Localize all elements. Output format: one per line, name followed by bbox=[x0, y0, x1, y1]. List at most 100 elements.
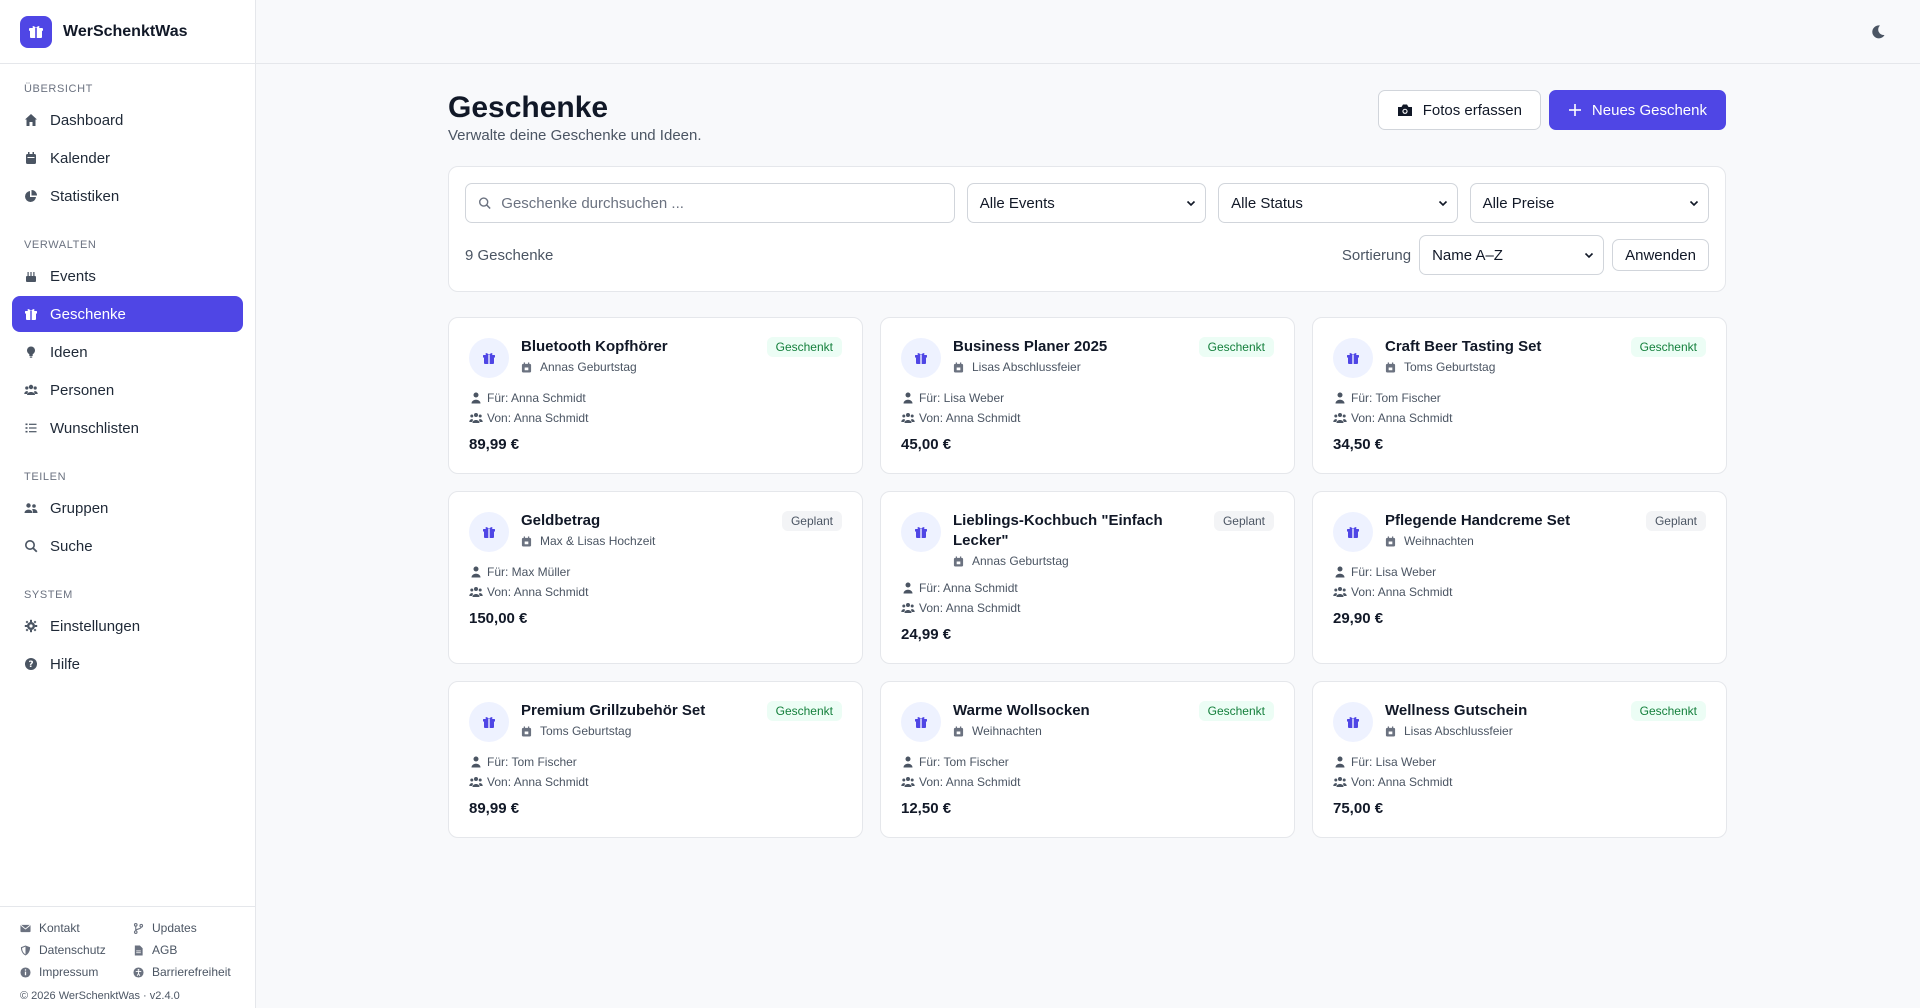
footer-links: Kontakt Updates Datenschutz AGB Impressu… bbox=[20, 919, 235, 981]
event-filter-select[interactable]: Alle Events bbox=[966, 183, 1207, 223]
calendar-icon bbox=[953, 555, 964, 567]
footer-link-barrierefreiheit[interactable]: Barrierefreiheit bbox=[133, 963, 253, 981]
footer-link-kontakt[interactable]: Kontakt bbox=[20, 919, 133, 937]
theme-toggle-button[interactable] bbox=[1870, 24, 1886, 40]
footer-link-label: Datenschutz bbox=[39, 943, 106, 957]
gift-event-label: Lisas Abschlussfeier bbox=[972, 360, 1081, 374]
user-icon bbox=[1335, 756, 1345, 768]
footer-link-datenschutz[interactable]: Datenschutz bbox=[20, 941, 133, 959]
gift-title[interactable]: Business Planer 2025 bbox=[953, 337, 1107, 357]
gift-giver: Von: Anna Schmidt bbox=[1333, 772, 1706, 792]
gift-title[interactable]: Geldbetrag bbox=[521, 511, 600, 531]
gift-giver-label: Von: Anna Schmidt bbox=[487, 775, 589, 789]
gift-price: 45,00 € bbox=[901, 436, 952, 453]
gift-event: Lisas Abschlussfeier bbox=[953, 360, 1274, 374]
gift-recipient-label: Für: Lisa Weber bbox=[1351, 565, 1437, 579]
gift-giver-label: Von: Anna Schmidt bbox=[1351, 411, 1453, 425]
gift-event: Toms Geburtstag bbox=[521, 724, 842, 738]
sidebar-item-label: Dashboard bbox=[50, 111, 124, 129]
sidebar-item-personen[interactable]: Personen bbox=[12, 372, 243, 408]
apply-button[interactable]: Anwenden bbox=[1612, 239, 1709, 271]
sidebar-item-dashboard[interactable]: Dashboard bbox=[12, 102, 243, 138]
gift-card[interactable]: Warme Wollsocken Geschenkt Weihnachten F… bbox=[880, 681, 1295, 838]
gift-event-label: Toms Geburtstag bbox=[540, 724, 632, 738]
cake-icon bbox=[26, 272, 36, 282]
new-gift-button[interactable]: Neues Geschenk bbox=[1548, 90, 1726, 130]
gift-title[interactable]: Wellness Gutschein bbox=[1385, 701, 1527, 721]
gift-card[interactable]: Wellness Gutschein Geschenkt Lisas Absch… bbox=[1312, 681, 1727, 838]
sort-select[interactable]: Name A–Z bbox=[1419, 235, 1605, 275]
sidebar: WerSchenktWas Übersicht Dashboard Kalend… bbox=[0, 0, 256, 1008]
footer-link-agb[interactable]: AGB bbox=[133, 941, 253, 959]
brand[interactable]: WerSchenktWas bbox=[0, 0, 255, 64]
footer-link-label: Barrierefreiheit bbox=[152, 965, 231, 979]
sidebar-item-label: Kalender bbox=[50, 149, 111, 167]
sidebar-item-einstellungen[interactable]: Einstellungen bbox=[12, 608, 243, 644]
capture-photos-label: Fotos erfassen bbox=[1422, 101, 1522, 119]
gift-title[interactable]: Pflegende Handcreme Set bbox=[1385, 511, 1570, 531]
gift-card[interactable]: Geldbetrag Geplant Max & Lisas Hochzeit … bbox=[448, 491, 863, 664]
gift-title[interactable]: Bluetooth Kopfhörer bbox=[521, 337, 668, 357]
nav-heading: Verwalten bbox=[24, 239, 97, 251]
new-gift-label: Neues Geschenk bbox=[1591, 101, 1707, 119]
gift-recipient-label: Für: Tom Fischer bbox=[919, 755, 1009, 769]
user-icon bbox=[1335, 566, 1345, 578]
search-input[interactable] bbox=[501, 194, 942, 212]
capture-photos-button[interactable]: Fotos erfassen bbox=[1377, 90, 1541, 130]
sidebar-item-statistiken[interactable]: Statistiken bbox=[12, 178, 243, 214]
gift-card[interactable]: Bluetooth Kopfhörer Geschenkt Annas Gebu… bbox=[448, 317, 863, 474]
page-subtitle: Verwalte deine Geschenke und Ideen. bbox=[448, 127, 702, 144]
gift-event: Max & Lisas Hochzeit bbox=[521, 534, 842, 548]
gift-title[interactable]: Craft Beer Tasting Set bbox=[1385, 337, 1541, 357]
users-icon bbox=[469, 777, 483, 787]
filter-card: Alle Events Alle Status Alle Preise 9 Ge… bbox=[448, 166, 1726, 292]
gift-card[interactable]: Business Planer 2025 Geschenkt Lisas Abs… bbox=[880, 317, 1295, 474]
calendar-icon bbox=[26, 152, 36, 164]
gift-card[interactable]: Pflegende Handcreme Set Geplant Weihnach… bbox=[1312, 491, 1727, 664]
sidebar-item-hilfe[interactable]: ? Hilfe bbox=[12, 646, 243, 682]
sidebar-item-wunschlisten[interactable]: Wunschlisten bbox=[12, 410, 243, 446]
users-icon bbox=[901, 413, 915, 423]
gift-event: Annas Geburtstag bbox=[953, 554, 1274, 568]
shield-icon bbox=[20, 944, 31, 956]
sidebar-item-label: Geschenke bbox=[50, 305, 126, 323]
gift-recipient-label: Für: Tom Fischer bbox=[487, 755, 577, 769]
gift-card[interactable]: Premium Grillzubehör Set Geschenkt Toms … bbox=[448, 681, 863, 838]
gift-giver: Von: Anna Schmidt bbox=[1333, 582, 1706, 602]
event-filter-value: Alle Events bbox=[979, 194, 1055, 212]
sidebar-item-kalender[interactable]: Kalender bbox=[12, 140, 243, 176]
content: Geschenke Verwalte deine Geschenke und I… bbox=[256, 64, 1727, 838]
sidebar-footer: Kontakt Updates Datenschutz AGB Impressu… bbox=[0, 906, 255, 1008]
sidebar-item-events[interactable]: Events bbox=[12, 258, 243, 294]
gift-title[interactable]: Warme Wollsocken bbox=[953, 701, 1090, 721]
topbar bbox=[256, 0, 1920, 64]
gift-card[interactable]: Craft Beer Tasting Set Geschenkt Toms Ge… bbox=[1312, 317, 1727, 474]
gift-title[interactable]: Premium Grillzubehör Set bbox=[521, 701, 705, 721]
plus-icon bbox=[1568, 104, 1581, 116]
sidebar-item-label: Events bbox=[50, 267, 96, 285]
footer-link-updates[interactable]: Updates bbox=[133, 919, 253, 937]
gift-recipient: Für: Lisa Weber bbox=[901, 388, 1274, 408]
sidebar-item-suche[interactable]: Suche bbox=[12, 528, 243, 564]
calendar-icon bbox=[1385, 725, 1396, 737]
gift-card[interactable]: Lieblings-Kochbuch "Einfach Lecker" Gepl… bbox=[880, 491, 1295, 664]
gift-recipient: Für: Tom Fischer bbox=[469, 752, 842, 772]
gift-title[interactable]: Lieblings-Kochbuch "Einfach Lecker" bbox=[953, 511, 1204, 551]
price-filter-select[interactable]: Alle Preise bbox=[1469, 183, 1710, 223]
search-box[interactable] bbox=[465, 183, 955, 223]
gift-icon bbox=[469, 512, 509, 552]
nav-heading: Übersicht bbox=[24, 83, 93, 95]
gift-giver: Von: Anna Schmidt bbox=[469, 582, 842, 602]
gift-recipient-label: Für: Max Müller bbox=[487, 565, 571, 579]
filter-row-sort: 9 Geschenke Sortierung Name A–Z Anwenden bbox=[465, 235, 1709, 275]
gift-icon bbox=[901, 512, 941, 552]
sidebar-item-ideen[interactable]: Ideen bbox=[12, 334, 243, 370]
sidebar-item-geschenke[interactable]: Geschenke bbox=[12, 296, 243, 332]
sidebar-item-gruppen[interactable]: Gruppen bbox=[12, 490, 243, 526]
gift-recipient-label: Für: Lisa Weber bbox=[1351, 755, 1437, 769]
footer-link-impressum[interactable]: Impressum bbox=[20, 963, 133, 981]
users-icon bbox=[1333, 777, 1347, 787]
gift-event-label: Max & Lisas Hochzeit bbox=[540, 534, 656, 548]
status-filter-select[interactable]: Alle Status bbox=[1218, 183, 1458, 223]
status-badge: Geschenkt bbox=[1198, 701, 1274, 721]
